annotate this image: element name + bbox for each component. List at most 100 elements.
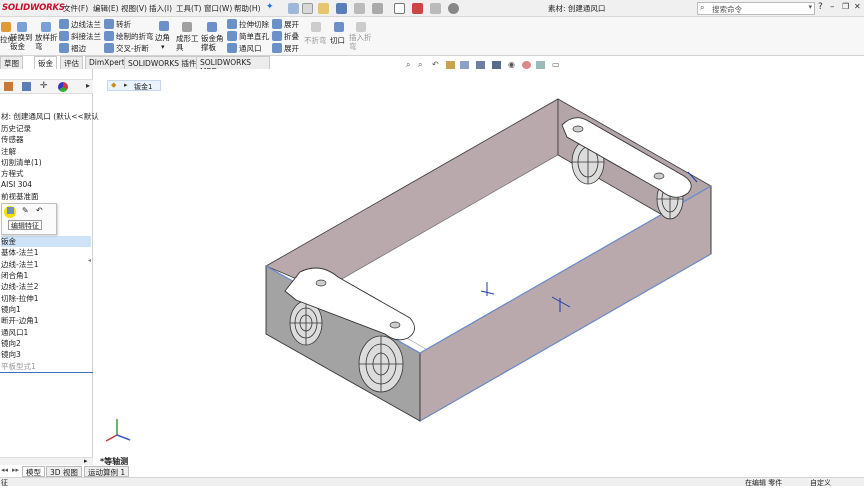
rollback-icon[interactable]: ↶ xyxy=(36,206,43,215)
menu-edit[interactable]: 编辑(E) xyxy=(93,3,119,14)
menu-help[interactable]: 帮助(H) xyxy=(234,3,261,14)
tree-item-equations[interactable]: 方程式 xyxy=(1,168,24,179)
tree-item-cut-list[interactable]: 切割清单(1) xyxy=(1,157,42,168)
no-bends-button[interactable]: 不折弯 xyxy=(304,19,328,53)
tree-item-break-corner[interactable]: 断开-边角1 xyxy=(1,315,38,326)
edit-sketch-icon[interactable]: ✎ xyxy=(22,206,29,215)
search-input[interactable]: 搜索命令 xyxy=(712,4,742,15)
select-arrow-icon[interactable] xyxy=(394,3,405,14)
panel-splitter[interactable] xyxy=(0,71,93,80)
units-status[interactable]: 自定义 xyxy=(810,478,831,488)
extruded-cut-icon xyxy=(227,19,237,29)
tree-item-edge-flange-1[interactable]: 边线-法兰1 xyxy=(1,259,38,270)
horizontal-scrollbar[interactable]: ▸ xyxy=(0,457,93,465)
chevron-down-icon[interactable]: ▾ xyxy=(808,3,812,11)
menu-file[interactable]: 文件(F) xyxy=(63,3,88,14)
document-title: 素材: 创建通风口 xyxy=(548,4,606,13)
appearance-icon[interactable] xyxy=(522,61,531,69)
tree-item-closed-corner[interactable]: 闭合角1 xyxy=(1,270,28,281)
tree-item-flat-pattern[interactable]: 平板型式1 xyxy=(1,361,36,372)
print-icon[interactable] xyxy=(354,3,365,14)
tree-item-edge-flange-2[interactable]: 边线-法兰2 xyxy=(1,281,38,292)
open-folder-icon[interactable] xyxy=(318,3,329,14)
previous-view-icon[interactable]: ↶ xyxy=(432,60,439,69)
tab-solidworks-addins[interactable]: SOLIDWORKS 插件 xyxy=(124,56,201,69)
tab-nav-first-icon[interactable]: ◂◂ xyxy=(1,466,8,474)
tab-sheet-metal[interactable]: 钣金 xyxy=(34,56,57,69)
convert-to-sheet-metal-button[interactable]: 转换到 钣金 xyxy=(10,19,34,53)
display-style-icon[interactable] xyxy=(492,61,501,69)
restore-icon[interactable]: ❐ xyxy=(842,2,849,11)
forming-tool-icon xyxy=(182,22,192,32)
home-icon[interactable] xyxy=(288,3,299,14)
gusset-button[interactable]: 钣金角 撑板 xyxy=(201,19,224,53)
collapse-panel-icon[interactable]: ◂ xyxy=(88,257,91,264)
section-view-icon[interactable] xyxy=(446,61,455,69)
hide-show-icon[interactable]: ◉ xyxy=(508,60,515,69)
tree-item-base-flange[interactable]: 基体-法兰1 xyxy=(1,247,38,258)
search-box[interactable]: ⌕ 搜索命令 ▾ xyxy=(697,2,815,15)
sketched-bend-label: 绘制的折弯 xyxy=(116,32,154,41)
view-orientation-icon[interactable] xyxy=(476,61,485,69)
expand-arrow-icon[interactable]: ▸ xyxy=(86,81,90,90)
options-gear-icon[interactable] xyxy=(448,3,459,14)
undo-icon[interactable] xyxy=(372,3,383,14)
solidworks-logo: SOLIDWORKS xyxy=(2,3,65,13)
menu-window[interactable]: 窗口(W) xyxy=(204,3,232,14)
chevron-down-icon[interactable]: ▾ xyxy=(161,43,165,51)
menu-tools[interactable]: 工具(T) xyxy=(176,3,201,14)
tree-item-mirror-1[interactable]: 镜向1 xyxy=(1,304,21,315)
graphics-area[interactable]: ⌕ ⌕ ↶ ◉ ▭ ◆ ▸ 钣金1 *等轴测 xyxy=(94,60,864,466)
tree-item-material[interactable]: AISI 304 xyxy=(1,180,32,189)
tab-3d-views[interactable]: 3D 视图 xyxy=(46,466,82,477)
tree-item-cut-extrude[interactable]: 切除-拉伸1 xyxy=(1,293,38,304)
scene-icon[interactable] xyxy=(536,61,545,69)
tab-solidworks-mbd[interactable]: SOLIDWORKS MBD xyxy=(196,56,270,76)
pin-icon[interactable]: ✦ xyxy=(266,2,274,12)
rollback-bar[interactable] xyxy=(0,372,93,373)
tree-item-vent[interactable]: 通风口1 xyxy=(1,327,28,338)
tab-model[interactable]: 模型 xyxy=(22,466,45,477)
dynamic-annotation-icon[interactable] xyxy=(460,61,469,69)
rebuild-icon[interactable] xyxy=(412,3,423,14)
tree-item-annotations[interactable]: 注解 xyxy=(1,146,16,157)
sheet-metal-box-model[interactable] xyxy=(94,69,864,465)
configuration-manager-icon[interactable]: ✛ xyxy=(40,81,48,91)
file-properties-icon[interactable] xyxy=(430,3,441,14)
tree-root[interactable]: 材: 创建通风口 (默认<<默认 xyxy=(1,111,99,122)
tree-item-mirror-3[interactable]: 镜向3 xyxy=(1,349,21,360)
display-icon[interactable]: ▭ xyxy=(552,60,560,69)
flatten-label: 展开 xyxy=(284,44,299,53)
tree-item-mirror-2[interactable]: 镜向2 xyxy=(1,338,21,349)
minimize-icon[interactable]: – xyxy=(830,2,835,12)
lofted-bend-button[interactable]: 放样折 弯 xyxy=(35,19,58,53)
edit-feature-icon[interactable] xyxy=(7,207,14,214)
tree-item-front-plane[interactable]: 前视基准面 xyxy=(1,191,39,202)
tree-item-sensors[interactable]: 传感器 xyxy=(1,134,24,145)
forming-tool-button[interactable]: 成形工 具 xyxy=(176,19,199,53)
tab-evaluate[interactable]: 评估 xyxy=(60,56,83,69)
menu-view[interactable]: 视图(V) xyxy=(121,3,147,14)
tree-item-history[interactable]: 历史记录 xyxy=(1,123,31,134)
rip-button[interactable]: 切口 xyxy=(330,19,348,53)
new-document-icon[interactable] xyxy=(302,3,313,14)
convert-icon xyxy=(17,22,27,32)
help-icon[interactable]: ? xyxy=(818,2,823,12)
coordinate-triad-icon xyxy=(105,419,131,442)
miter-flange-label: 斜接法兰 xyxy=(71,32,101,41)
tree-item-sheet-metal[interactable]: 钣金 xyxy=(1,236,91,247)
tab-dimxpert[interactable]: DimXpert xyxy=(85,56,129,69)
feature-tree-icon[interactable] xyxy=(4,82,13,91)
menu-insert[interactable]: 插入(I) xyxy=(149,3,172,14)
property-manager-icon[interactable] xyxy=(22,82,31,91)
unfold-label: 展开 xyxy=(284,20,299,29)
tab-nav-last-icon[interactable]: ▸▸ xyxy=(12,466,19,474)
corners-button[interactable]: 边角 ▾ xyxy=(153,19,175,53)
tab-motion-study[interactable]: 运动算例 1 xyxy=(84,466,130,477)
tab-sketch[interactable]: 草图 xyxy=(0,56,23,69)
display-manager-icon[interactable] xyxy=(58,82,68,92)
insert-bends-button[interactable]: 插入折 弯 xyxy=(349,19,373,53)
scroll-right-icon[interactable]: ▸ xyxy=(84,457,88,465)
close-icon[interactable]: ✕ xyxy=(854,2,861,11)
save-icon[interactable] xyxy=(336,3,347,14)
